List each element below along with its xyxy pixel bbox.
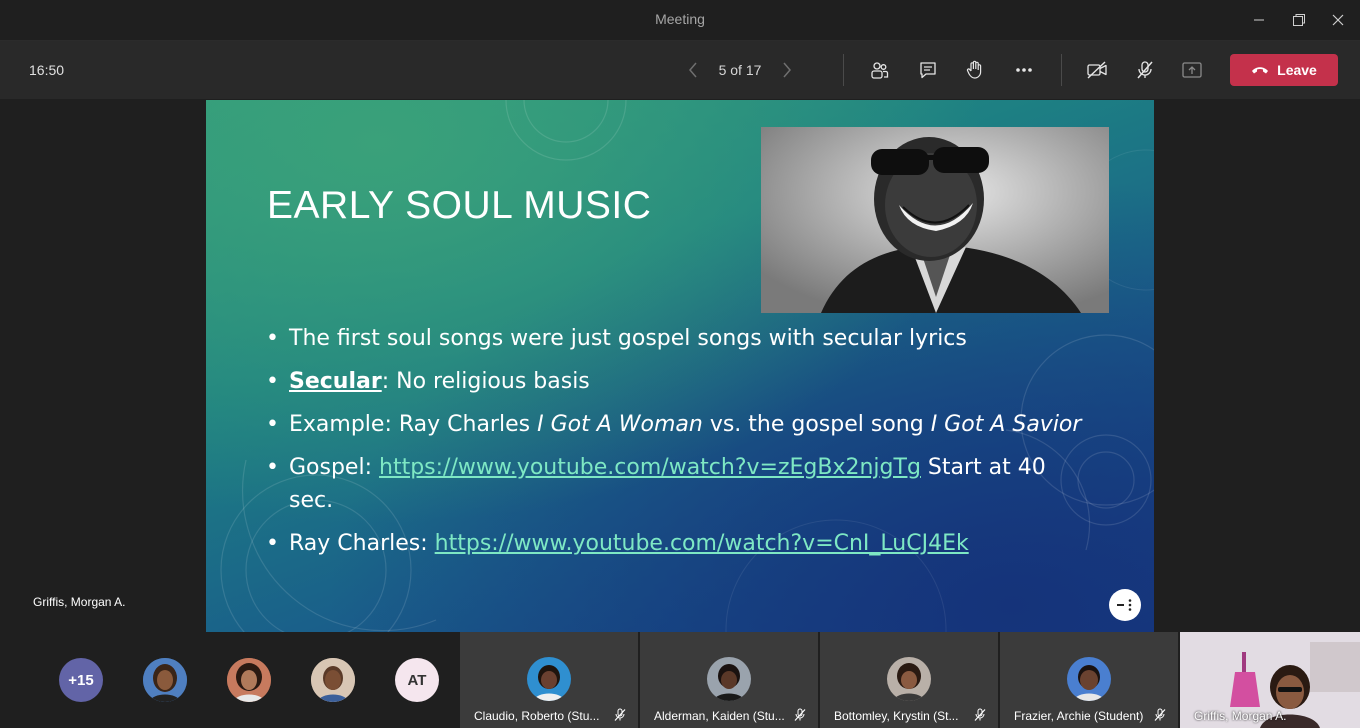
mic-off-icon [1154, 708, 1166, 721]
participant-name: Alderman, Kaiden (Stu... [654, 709, 785, 723]
participant-tile[interactable]: Bottomley, Krystin (St... [820, 632, 998, 728]
participant-strip: +15 AT Claudio, Roberto (Stu... Alderman… [0, 632, 1360, 728]
bullet-item: Gospel: https://www.youtube.com/watch?v=… [266, 451, 1086, 517]
mic-off-icon [794, 708, 806, 721]
participant-avatar[interactable] [311, 658, 355, 702]
participant-photo [1067, 657, 1111, 701]
slide-pager: 5 of 17 [680, 55, 800, 85]
presenter-name: Griffis, Morgan A. [33, 595, 126, 609]
bullet-text: : No religious basis [381, 369, 590, 394]
meeting-stage: Griffis, Morgan A. EARLY SOUL MUSIC • Th… [0, 100, 1360, 632]
hang-up-icon [1252, 67, 1269, 74]
avatar-photo [227, 658, 271, 702]
gospel-video-link[interactable]: https://www.youtube.com/watch?v=zEgBx2nj… [379, 455, 921, 480]
bullet-item: Ray Charles: https://www.youtube.com/wat… [266, 527, 1086, 560]
portrait-image [761, 127, 1109, 313]
next-slide-button[interactable] [774, 57, 800, 83]
overflow-participants-avatar[interactable]: +15 [59, 658, 103, 702]
secular-term: Secular [289, 369, 382, 394]
bullet-text: Ray Charles: [289, 531, 435, 556]
restore-icon [1293, 14, 1305, 26]
leave-button[interactable]: Leave [1230, 54, 1338, 86]
raise-hand-button[interactable] [960, 55, 990, 85]
participant-tile[interactable]: Alderman, Kaiden (Stu... [640, 632, 818, 728]
bullet-item: Example: Ray Charles I Got A Woman vs. t… [266, 408, 1086, 441]
more-actions-button[interactable] [1009, 55, 1039, 85]
camera-toggle-button[interactable] [1082, 55, 1112, 85]
leave-label: Leave [1277, 62, 1317, 78]
meeting-toolbar: 16:50 5 of 17 Leave [0, 41, 1360, 99]
participant-photo [887, 657, 931, 701]
chevron-right-icon [783, 62, 791, 78]
bullet-text: The first soul songs were just gospel so… [289, 326, 967, 351]
people-icon [871, 62, 889, 79]
chat-button[interactable] [913, 55, 943, 85]
participants-button[interactable] [864, 55, 894, 85]
toolbar-divider [843, 54, 844, 86]
participant-avatar[interactable] [227, 658, 271, 702]
participant-name: Bottomley, Krystin (St... [834, 709, 959, 723]
avatar-photo [311, 658, 355, 702]
window-titlebar: Meeting [0, 0, 1360, 41]
mic-off-icon [974, 708, 986, 721]
more-horizontal-icon [1016, 68, 1032, 72]
participant-photo [527, 657, 571, 701]
slide-options-button[interactable] [1109, 589, 1141, 621]
participant-photo [707, 657, 751, 701]
self-view-name: Griffis, Morgan A. [1194, 709, 1287, 723]
close-button[interactable] [1325, 8, 1351, 32]
bullet-item: The first soul songs were just gospel so… [266, 322, 1086, 355]
participant-initials-avatar[interactable]: AT [395, 658, 439, 702]
bullet-text: Example: Ray Charles [289, 412, 538, 437]
overflow-count: +15 [68, 671, 94, 689]
avatar-photo [143, 658, 187, 702]
self-view-video[interactable]: Griffis, Morgan A. [1180, 632, 1360, 728]
slide-counter: 5 of 17 [718, 62, 762, 78]
bullet-text: Gospel: [289, 455, 379, 480]
mic-toggle-button[interactable] [1130, 55, 1160, 85]
participant-avatar[interactable] [143, 658, 187, 702]
bullet-item: Secular: No religious basis [266, 365, 1086, 398]
restore-button[interactable] [1286, 8, 1312, 32]
previous-slide-button[interactable] [680, 57, 706, 83]
chat-icon [920, 62, 936, 79]
ray-charles-photo [761, 127, 1109, 313]
participant-tile[interactable]: Claudio, Roberto (Stu... [460, 632, 638, 728]
participant-name: Claudio, Roberto (Stu... [474, 709, 600, 723]
slide-bullet-list: The first soul songs were just gospel so… [266, 322, 1086, 570]
song-title: I Got A Woman [537, 412, 703, 437]
slide-title: EARLY SOUL MUSIC [267, 184, 652, 227]
bullet-text: vs. the gospel song [702, 412, 931, 437]
more-vertical-icon [1117, 599, 1132, 611]
mic-off-icon [1137, 61, 1153, 79]
chevron-left-icon [689, 62, 697, 78]
participant-tile[interactable]: Frazier, Archie (Student) [1000, 632, 1178, 728]
toolbar-divider [1061, 54, 1062, 86]
participant-name: Frazier, Archie (Student) [1014, 709, 1144, 723]
minimize-icon [1254, 19, 1264, 21]
hand-icon [966, 60, 982, 79]
close-icon [1332, 14, 1344, 26]
shared-slide: EARLY SOUL MUSIC • The first soul songs … [206, 100, 1154, 632]
participant-initials: AT [407, 671, 427, 689]
window-title: Meeting [655, 11, 705, 27]
mic-off-icon [614, 708, 626, 721]
ray-charles-video-link[interactable]: https://www.youtube.com/watch?v=CnI_LuCJ… [435, 531, 969, 556]
meeting-clock: 16:50 [29, 62, 65, 78]
song-title: I Got A Savior [930, 412, 1082, 437]
share-screen-button[interactable] [1177, 55, 1207, 85]
camera-off-icon [1087, 61, 1107, 79]
minimize-button[interactable] [1246, 8, 1272, 32]
share-tray-icon [1182, 62, 1202, 78]
